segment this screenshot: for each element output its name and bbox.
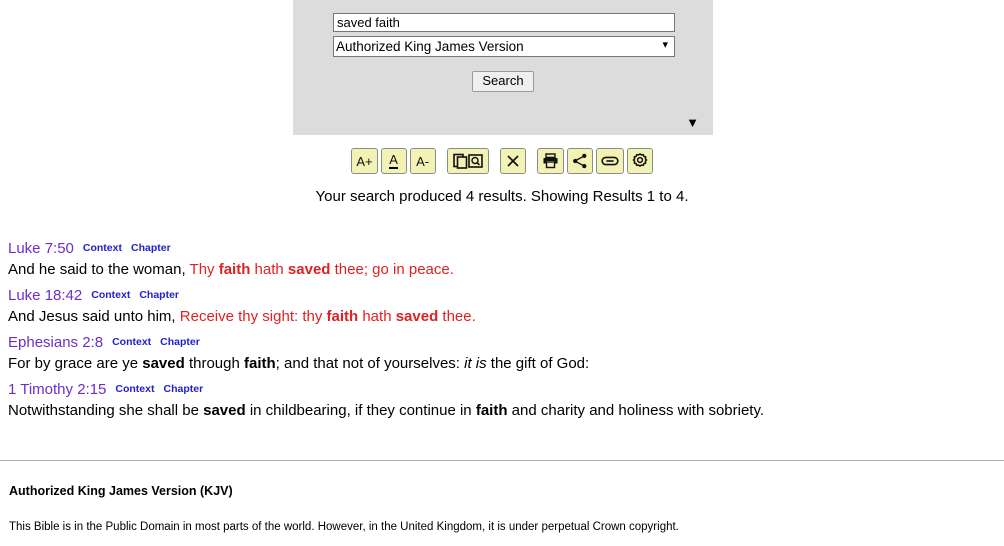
verse-text-segment: faith (218, 261, 251, 278)
verse-text-segment: And he said to the woman, (8, 261, 186, 278)
version-row: Authorized King James Version ▾ (333, 36, 675, 57)
verse-text-segment: saved (203, 402, 246, 419)
search-button-row: Search (293, 71, 713, 92)
verse-reference-link[interactable]: Ephesians 2:8 (8, 334, 103, 351)
footer-version-title: Authorized King James Version (KJV) (9, 484, 233, 498)
verse-chapter-link[interactable]: Chapter (131, 242, 171, 254)
verse-results-list: Luke 7:50 Context Chapter And he said to th… (8, 240, 996, 428)
verse-text-segment: saved (395, 308, 439, 325)
search-panel: Authorized King James Version ▾ Search ▼ (293, 0, 713, 135)
verse-text-segment: faith (244, 355, 276, 372)
verse-text-segment: ; and that not of yourselves: (275, 355, 465, 372)
verse-chapter-link[interactable]: Chapter (139, 289, 179, 301)
footer-divider (0, 460, 1004, 461)
font-decrease-label: A- (416, 153, 430, 169)
font-increase-icon[interactable]: A+ (351, 148, 378, 174)
verse-head: Luke 7:50 Context Chapter (8, 240, 996, 259)
verse-text-segment: it is (464, 355, 487, 372)
close-icon[interactable] (499, 148, 526, 174)
verse-text-segment: Thy (189, 261, 219, 278)
verse-block: Luke 18:42 Context Chapter And Jesus said u… (8, 287, 996, 326)
verse-text-segment: through (184, 355, 244, 372)
verse-head: 1 Timothy 2:15 Context Chapter (8, 381, 996, 400)
font-increase-label: A+ (356, 153, 373, 169)
settings-gear-icon[interactable] (626, 148, 653, 174)
verse-text-segment: And Jesus said unto him, (8, 308, 176, 325)
verse-chapter-link[interactable]: Chapter (160, 336, 200, 348)
verse-head: Luke 18:42 Context Chapter (8, 287, 996, 306)
font-underline-label: A (389, 152, 398, 169)
verse-reference-link[interactable]: Luke 7:50 (8, 240, 74, 257)
bible-version-select[interactable]: Authorized King James Version (333, 36, 675, 57)
footer-copyright-text: This Bible is in the Public Domain in mo… (9, 521, 679, 533)
verse-text: Notwithstanding she shall be saved in ch… (8, 401, 996, 420)
font-decrease-icon[interactable]: A- (409, 148, 436, 174)
verse-reference-link[interactable]: Luke 18:42 (8, 287, 82, 304)
link-icon[interactable] (595, 148, 624, 174)
verse-text-segment: thee. (438, 308, 476, 325)
verse-context-link[interactable]: Context (91, 289, 130, 301)
verse-text-segment: saved (142, 355, 185, 372)
verse-context-link[interactable]: Context (112, 336, 151, 348)
share-icon[interactable] (566, 148, 593, 174)
compare-view-icon[interactable] (446, 148, 489, 174)
verse-text-segment: Receive thy sight: thy (179, 308, 327, 325)
verse-text: And Jesus said unto him, Receive thy sig… (8, 307, 996, 326)
verse-text-segment: in childbearing, if they continue in (245, 402, 476, 419)
search-query-row (333, 13, 675, 32)
verse-text-segment: thee; go in peace. (330, 261, 454, 278)
verse-text-segment: hath (358, 308, 396, 325)
formatting-toolbar: A+ A A- (0, 148, 1004, 174)
verse-reference-link[interactable]: 1 Timothy 2:15 (8, 381, 106, 398)
verse-text-segment: faith (326, 308, 359, 325)
verse-context-link[interactable]: Context (115, 383, 154, 395)
verse-block: Luke 7:50 Context Chapter And he said to th… (8, 240, 996, 279)
verse-text-segment: and charity and holiness with sobriety. (507, 402, 765, 419)
search-button[interactable]: Search (472, 71, 534, 92)
verse-text-segment: hath (250, 261, 288, 278)
results-count-text: Your search produced 4 results. Showing … (315, 188, 689, 205)
verse-head: Ephesians 2:8 Context Chapter (8, 334, 996, 353)
verse-block: Ephesians 2:8 Context Chapter For by grace … (8, 334, 996, 373)
search-input[interactable] (333, 13, 675, 32)
verse-text-segment: Notwithstanding she shall be (8, 402, 204, 419)
verse-text: For by grace are ye saved through faith;… (8, 354, 996, 373)
verse-text: And he said to the woman, Thy faith hath… (8, 260, 996, 279)
verse-text-segment: For by grace are ye (8, 355, 143, 372)
panel-collapse-triangle-icon[interactable]: ▼ (686, 116, 699, 129)
verse-block: 1 Timothy 2:15 Context Chapter Notwithstand… (8, 381, 996, 420)
verse-text-segment: saved (287, 261, 331, 278)
verse-chapter-link[interactable]: Chapter (163, 383, 203, 395)
print-icon[interactable] (536, 148, 564, 174)
verse-context-link[interactable]: Context (83, 242, 122, 254)
font-underline-icon[interactable]: A (380, 148, 407, 174)
verse-text-segment: faith (475, 402, 508, 419)
verse-text-segment: the gift of God: (486, 355, 590, 372)
